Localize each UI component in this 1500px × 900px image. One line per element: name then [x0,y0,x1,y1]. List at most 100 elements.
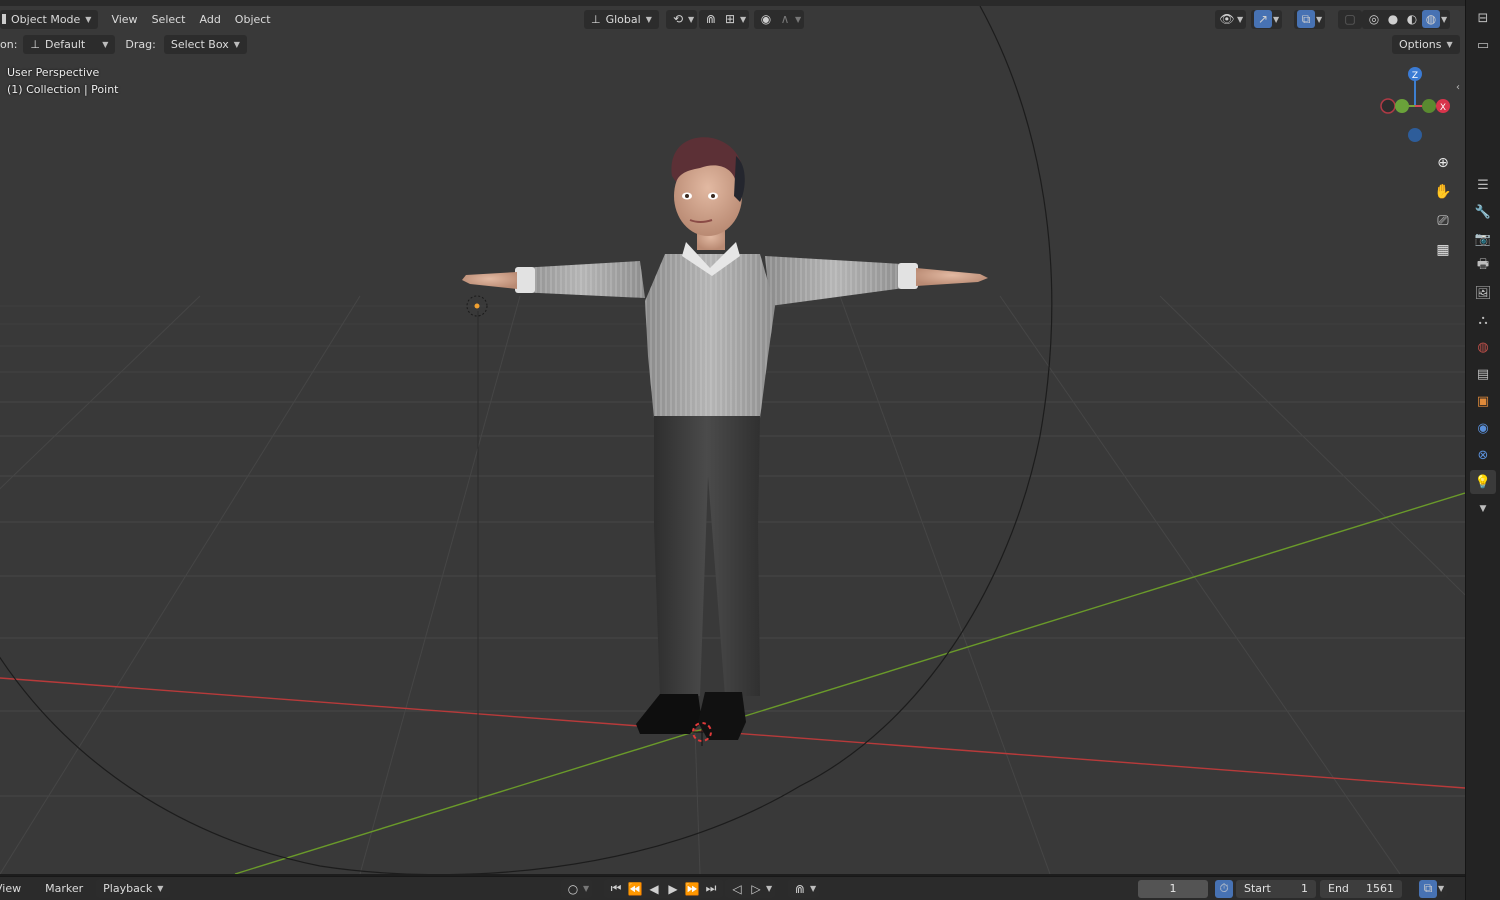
chevron-down-icon: ▼ [810,884,817,893]
gizmo-z-label: Z [1412,71,1418,81]
viewport-header: Object Mode ▼ View Select Add Object ⊥ G… [0,6,1465,32]
render-properties-icon[interactable]: 📷 [1470,227,1496,251]
outliner-icon[interactable]: ⊟ [1470,6,1496,30]
wireframe-shading-icon[interactable]: ◎ [1365,10,1383,28]
shading-modes[interactable]: ◎ ● ◐ ◍ ▼ [1362,9,1451,29]
timeline-menu-marker[interactable]: Marker [38,879,90,898]
chevron-down-icon: ▼ [1237,14,1244,24]
pivot-dropdown[interactable]: ⟲ ▼ [666,9,698,29]
preview-range-stopwatch-icon[interactable]: ⏱ [1215,879,1233,898]
ortho-grid-icon[interactable]: ▦ [1430,237,1456,263]
overlays-dropdown[interactable]: ⧉ ▼ [1294,9,1326,29]
play-reverse-icon[interactable]: ◀ [645,880,663,898]
chevron-down-icon: ▼ [157,884,164,893]
overlays-icon[interactable]: ⧉ [1297,10,1315,28]
light-data-properties-icon[interactable]: 💡 [1470,470,1496,494]
keying-dropdown[interactable]: ○ ▼ [561,879,593,898]
viewport-scene [0,6,1465,874]
jump-start-icon[interactable]: ⏮ [607,880,625,898]
next-keyframe-icon[interactable]: ⏩ [683,880,701,898]
start-value: 1 [1301,882,1308,895]
pan-hand-icon[interactable]: ✋ [1430,179,1456,205]
material-shading-icon[interactable]: ◐ [1403,10,1421,28]
editor-type-icon[interactable]: ☰ [1470,173,1496,197]
chevron-down-icon: ▼ [233,39,240,49]
start-label: Start [1244,882,1271,895]
gizmo-neg-z [1408,128,1422,142]
gizmo-neg-y [1422,99,1436,113]
world-properties-icon[interactable]: ◍ [1470,335,1496,359]
more-tabs-chevron-icon[interactable]: ▼ [1470,497,1496,521]
navigation-gizmo[interactable]: Z X [1375,62,1455,148]
output-properties-icon[interactable]: 🖶 [1470,254,1496,278]
chevron-down-icon: ▼ [740,14,747,24]
snap-magnet-icon[interactable]: ⋒ [791,880,809,898]
3d-viewport[interactable]: User Perspective (1) Collection | Point … [0,6,1465,874]
constraint-properties-icon[interactable]: ⊗ [1470,443,1496,467]
snap-target-icon[interactable]: ⊞ [721,10,739,28]
view-layer-icon[interactable]: 🖼 [1470,281,1496,305]
snap-magnet-icon[interactable]: ⋒ [702,10,720,28]
gizmo-dropdown[interactable]: ↗ ▼ [1251,9,1283,29]
pivot-default-dropdown[interactable]: ⊥ Default ▼ [23,34,116,54]
timeline-snap-dropdown[interactable]: ⋒ ▼ [788,879,820,898]
jump-end-icon[interactable]: ⏭ [702,880,720,898]
orientation-dropdown[interactable]: ⊥ Global ▼ [584,9,659,29]
orientation-label: Global [605,12,641,26]
timeline-menu-view[interactable]: View [0,879,28,898]
chevron-down-icon: ▼ [766,884,773,893]
pivot-point-icon: ⟲ [672,12,684,26]
playback-dropdown[interactable]: Playback ▼ [96,879,171,898]
proportional-edit-icon[interactable]: ◉ [757,10,775,28]
viewport-collection-label: (1) Collection | Point [7,83,119,96]
zoom-icon[interactable]: ⊕ [1430,150,1456,176]
menu-object[interactable]: Object [228,10,278,29]
step-forward-icon[interactable]: ▷ [747,880,765,898]
scene-properties-icon[interactable]: ⛬ [1470,308,1496,332]
step-back-icon[interactable]: ◁ [728,880,746,898]
xray-toggle[interactable]: ▢ [1338,9,1362,29]
light-radius-circle [0,6,1053,874]
chevron-down-icon: ▼ [1316,14,1323,24]
properties-tab-bar: ⊟ ▭ ☰ 🔧 📷 🖶 🖼 ⛬ ◍ ▤ ▣ ◉ ⊗ 💡 ▼ [1465,0,1500,900]
playback-label: Playback [103,882,153,895]
chevron-down-icon: ▼ [1446,39,1453,49]
visibility-dropdown[interactable]: 👁 ▼ [1215,9,1247,29]
menu-view[interactable]: View [104,10,144,29]
tool-properties-icon[interactable]: 🔧 [1470,200,1496,224]
sidebar-toggle-chevron-icon[interactable]: ‹ [1456,82,1460,93]
prev-keyframe-icon[interactable]: ⏪ [626,880,644,898]
chevron-down-icon: ▼ [645,14,652,24]
eye-icon: 👁 [1219,12,1235,26]
tool-settings-bar: on: ⊥ Default ▼ Drag: Select Box ▼ Optio… [0,33,1465,55]
end-value: 1561 [1366,882,1394,895]
physics-properties-icon[interactable]: ◉ [1470,416,1496,440]
filter-icon[interactable]: ▭ [1470,33,1496,57]
drag-dropdown[interactable]: Select Box ▼ [163,34,247,54]
falloff-curve-icon[interactable]: ∧ [776,10,794,28]
options-dropdown[interactable]: Options ▼ [1392,34,1460,54]
chevron-down-icon: ▼ [102,39,109,49]
rendered-shading-icon[interactable]: ◍ [1422,10,1440,28]
mode-dropdown[interactable]: Object Mode ▼ [0,9,99,29]
current-frame-field[interactable]: 1 [1138,879,1208,898]
collection-properties-icon[interactable]: ▤ [1470,362,1496,386]
overlays-icon[interactable]: ⧉ [1419,879,1437,898]
menu-select[interactable]: Select [145,10,193,29]
solid-shading-icon[interactable]: ● [1384,10,1402,28]
xray-icon[interactable]: ▢ [1341,10,1359,28]
proportional-edit-group[interactable]: ◉ ∧ ▼ [754,9,805,29]
record-keyframe-icon[interactable]: ○ [564,880,582,898]
gizmo-toggle-icon[interactable]: ↗ [1254,10,1272,28]
frame-step-controls: ◁ ▷ ▼ [725,879,776,898]
play-icon[interactable]: ▶ [664,880,682,898]
snap-group[interactable]: ⋒ ⊞ ▼ [699,9,750,29]
object-properties-icon[interactable]: ▣ [1470,389,1496,413]
timeline-view-dropdown[interactable]: ⧉ ▼ [1416,879,1448,898]
camera-view-icon[interactable]: ⎚ [1430,208,1456,234]
start-frame-field[interactable]: Start 1 [1236,879,1316,898]
drag-label: Drag: [125,37,156,51]
end-frame-field[interactable]: End 1561 [1320,879,1402,898]
transform-pivot-icon: ⊥ [30,37,41,51]
menu-add[interactable]: Add [193,10,228,29]
